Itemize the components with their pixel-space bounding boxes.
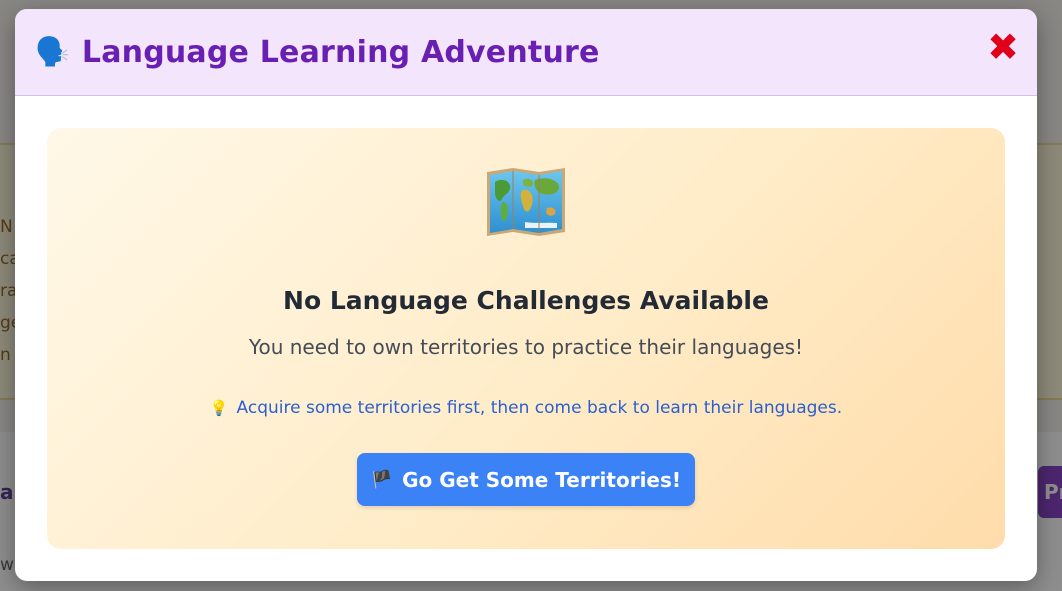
hint-text: Acquire some territories first, then com…	[236, 398, 843, 418]
light-bulb-icon: 💡	[209, 399, 229, 417]
speaking-head-icon: 🗣️	[35, 35, 70, 68]
empty-state-title: No Language Challenges Available	[283, 286, 769, 315]
go-get-territories-button[interactable]: 🏴 Go Get Some Territories!	[357, 453, 695, 506]
modal-title: Language Learning Adventure	[81, 34, 600, 70]
modal-header: 🗣️ Language Learning Adventure ✖	[15, 9, 1037, 96]
empty-state-panel: No Language Challenges Available You nee…	[47, 128, 1005, 549]
close-icon: ✖	[987, 25, 1019, 69]
language-learning-modal: 🗣️ Language Learning Adventure ✖ No Lang…	[15, 9, 1037, 581]
empty-state-hint: 💡 Acquire some territories first, then co…	[47, 398, 1005, 418]
empty-state-description: You need to own territories to practice …	[248, 335, 804, 359]
close-button[interactable]: ✖	[985, 28, 1021, 66]
world-map-icon	[487, 168, 565, 236]
cta-label: Go Get Some Territories!	[402, 467, 682, 492]
black-flag-icon: 🏴	[370, 469, 393, 490]
